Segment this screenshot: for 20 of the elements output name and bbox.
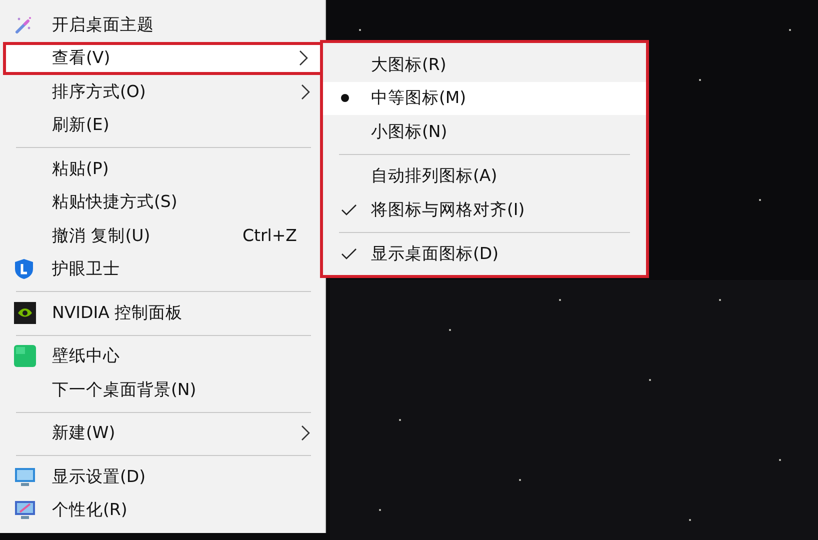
menu-item[interactable]: NVIDIA 控制面板 xyxy=(0,296,325,330)
menu-item[interactable]: 显示设置(D) xyxy=(0,460,325,494)
menu-item[interactable]: 小图标(N) xyxy=(323,115,646,148)
menu-item[interactable]: 下一个桌面背景(N) xyxy=(0,373,325,406)
menu-item[interactable]: 查看(V) xyxy=(3,42,323,75)
menu-item[interactable]: 显示桌面图标(D) xyxy=(323,238,646,271)
wallpaper-icon xyxy=(14,345,36,368)
eye-logo-icon xyxy=(14,302,36,324)
monitor-brush-icon xyxy=(14,500,36,520)
menu-item[interactable]: 中等图标(M) xyxy=(323,82,646,115)
wand-icon xyxy=(14,14,34,35)
menu-item[interactable]: 个性化(R) xyxy=(0,494,325,527)
menu-item[interactable]: 壁纸中心 xyxy=(0,340,325,373)
menu-item[interactable]: 将图标与网格对齐(I) xyxy=(323,193,646,226)
menu-item[interactable]: 开启桌面主题 xyxy=(0,8,325,42)
menu-item[interactable]: 自动排列图标(A) xyxy=(323,160,646,193)
menu-item[interactable]: 大图标(R) xyxy=(323,48,646,82)
monitor-icon xyxy=(14,466,36,487)
menu-item[interactable]: 新建(W) xyxy=(0,416,325,450)
shield-icon xyxy=(14,258,34,280)
